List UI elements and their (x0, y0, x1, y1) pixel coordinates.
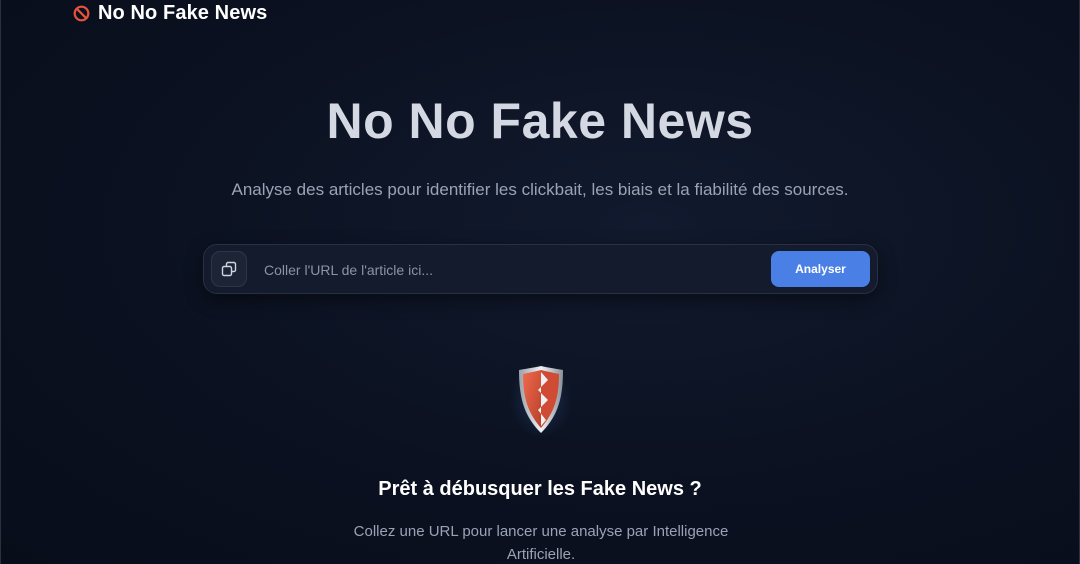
url-search-bar: Analyser (203, 244, 878, 294)
empty-state-text: Collez une URL pour lancer une analyse p… (353, 523, 729, 563)
prohibited-icon (73, 5, 90, 22)
shield-icon (510, 362, 572, 438)
page-subtitle: Analyse des articles pour identifier les… (231, 180, 849, 199)
app-page: No No Fake News No No Fake News Analyse … (0, 0, 1080, 564)
url-input[interactable] (262, 257, 766, 283)
paste-button[interactable] (211, 251, 247, 287)
top-bar: No No Fake News (73, 2, 267, 25)
copy-paste-icon (221, 261, 237, 277)
analyze-button[interactable]: Analyser (771, 251, 870, 287)
empty-state-title: Prêt à débusquer les Fake News ? (378, 478, 702, 500)
brand-name[interactable]: No No Fake News (98, 2, 267, 25)
page-title: No No Fake News (326, 93, 754, 149)
